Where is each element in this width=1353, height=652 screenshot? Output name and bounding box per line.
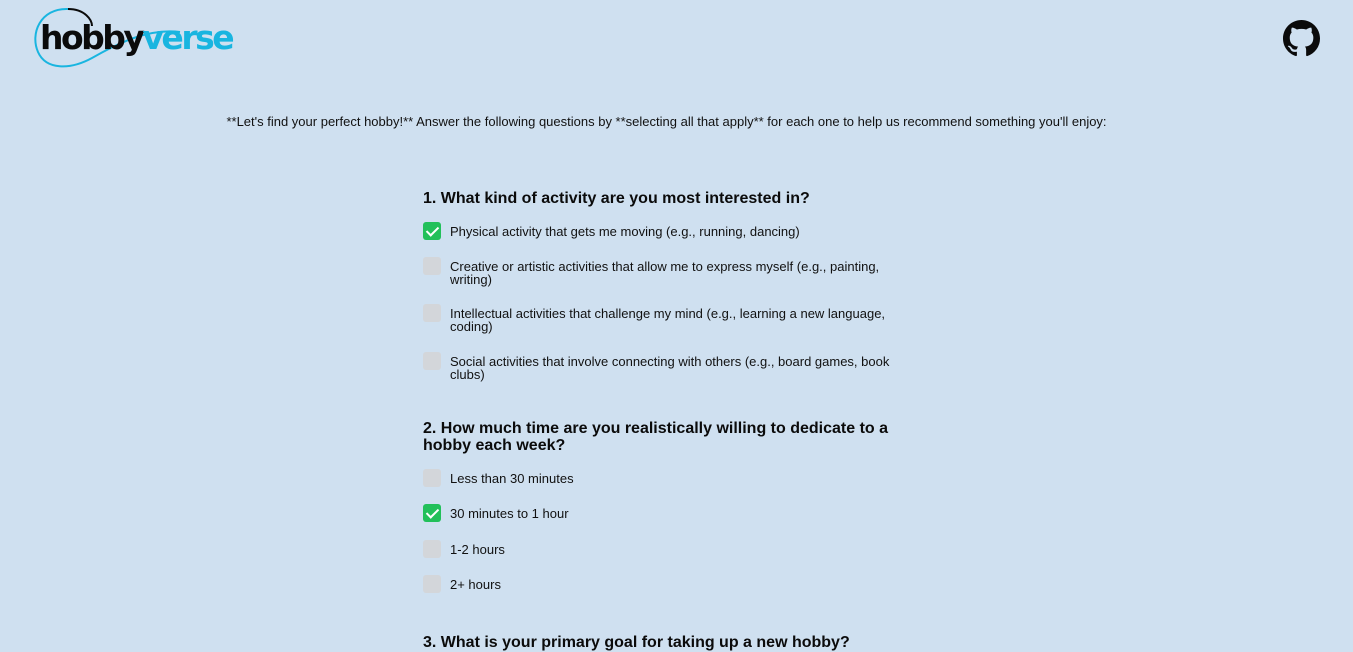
option-label: Social activities that involve connectin… xyxy=(450,354,890,382)
question-title: 2. How much time are you realistically w… xyxy=(423,420,889,454)
checkbox[interactable] xyxy=(423,352,441,370)
github-icon[interactable] xyxy=(1283,20,1320,57)
checkbox[interactable] xyxy=(423,469,441,487)
checkbox[interactable] xyxy=(423,540,441,558)
question-2: 2. How much time are you realistically w… xyxy=(423,420,923,593)
option-intellectual[interactable]: Intellectual activities that challenge m… xyxy=(423,304,923,333)
option-2-plus-hours[interactable]: 2+ hours xyxy=(423,575,923,593)
checkbox[interactable] xyxy=(423,304,441,322)
option-label: Physical activity that gets me moving (e… xyxy=(450,224,800,239)
intro-text: **Let's find your perfect hobby!** Answe… xyxy=(226,114,1107,129)
checkbox[interactable] xyxy=(423,222,441,240)
checkbox[interactable] xyxy=(423,257,441,275)
question-3: 3. What is your primary goal for taking … xyxy=(423,634,923,651)
option-label: Less than 30 minutes xyxy=(450,471,574,486)
option-less-than-30[interactable]: Less than 30 minutes xyxy=(423,469,923,487)
hobbyverse-logo[interactable]: hobbyverse xyxy=(30,6,240,70)
option-30-to-60[interactable]: 30 minutes to 1 hour xyxy=(423,504,923,522)
checkbox[interactable] xyxy=(423,504,441,522)
option-1-2-hours[interactable]: 1-2 hours xyxy=(423,540,923,558)
option-label: 2+ hours xyxy=(450,577,501,592)
questionnaire: 1. What kind of activity are you most in… xyxy=(423,190,923,651)
option-social[interactable]: Social activities that involve connectin… xyxy=(423,352,923,381)
option-physical[interactable]: Physical activity that gets me moving (e… xyxy=(423,222,923,240)
logo-text: hobbyverse xyxy=(40,18,235,58)
question-title: 1. What kind of activity are you most in… xyxy=(423,190,810,207)
option-label: Intellectual activities that challenge m… xyxy=(450,306,886,334)
logo-text-hobby: hobby xyxy=(40,18,145,57)
logo-text-verse: verse xyxy=(142,18,234,57)
question-title: 3. What is your primary goal for taking … xyxy=(423,634,850,651)
page: hobbyverse **Let's find your perfect hob… xyxy=(0,0,1353,652)
option-label: Creative or artistic activities that all… xyxy=(450,259,880,287)
option-label: 1-2 hours xyxy=(450,542,505,557)
option-creative[interactable]: Creative or artistic activities that all… xyxy=(423,257,923,286)
question-1: 1. What kind of activity are you most in… xyxy=(423,190,923,381)
checkbox[interactable] xyxy=(423,575,441,593)
option-label: 30 minutes to 1 hour xyxy=(450,506,569,521)
